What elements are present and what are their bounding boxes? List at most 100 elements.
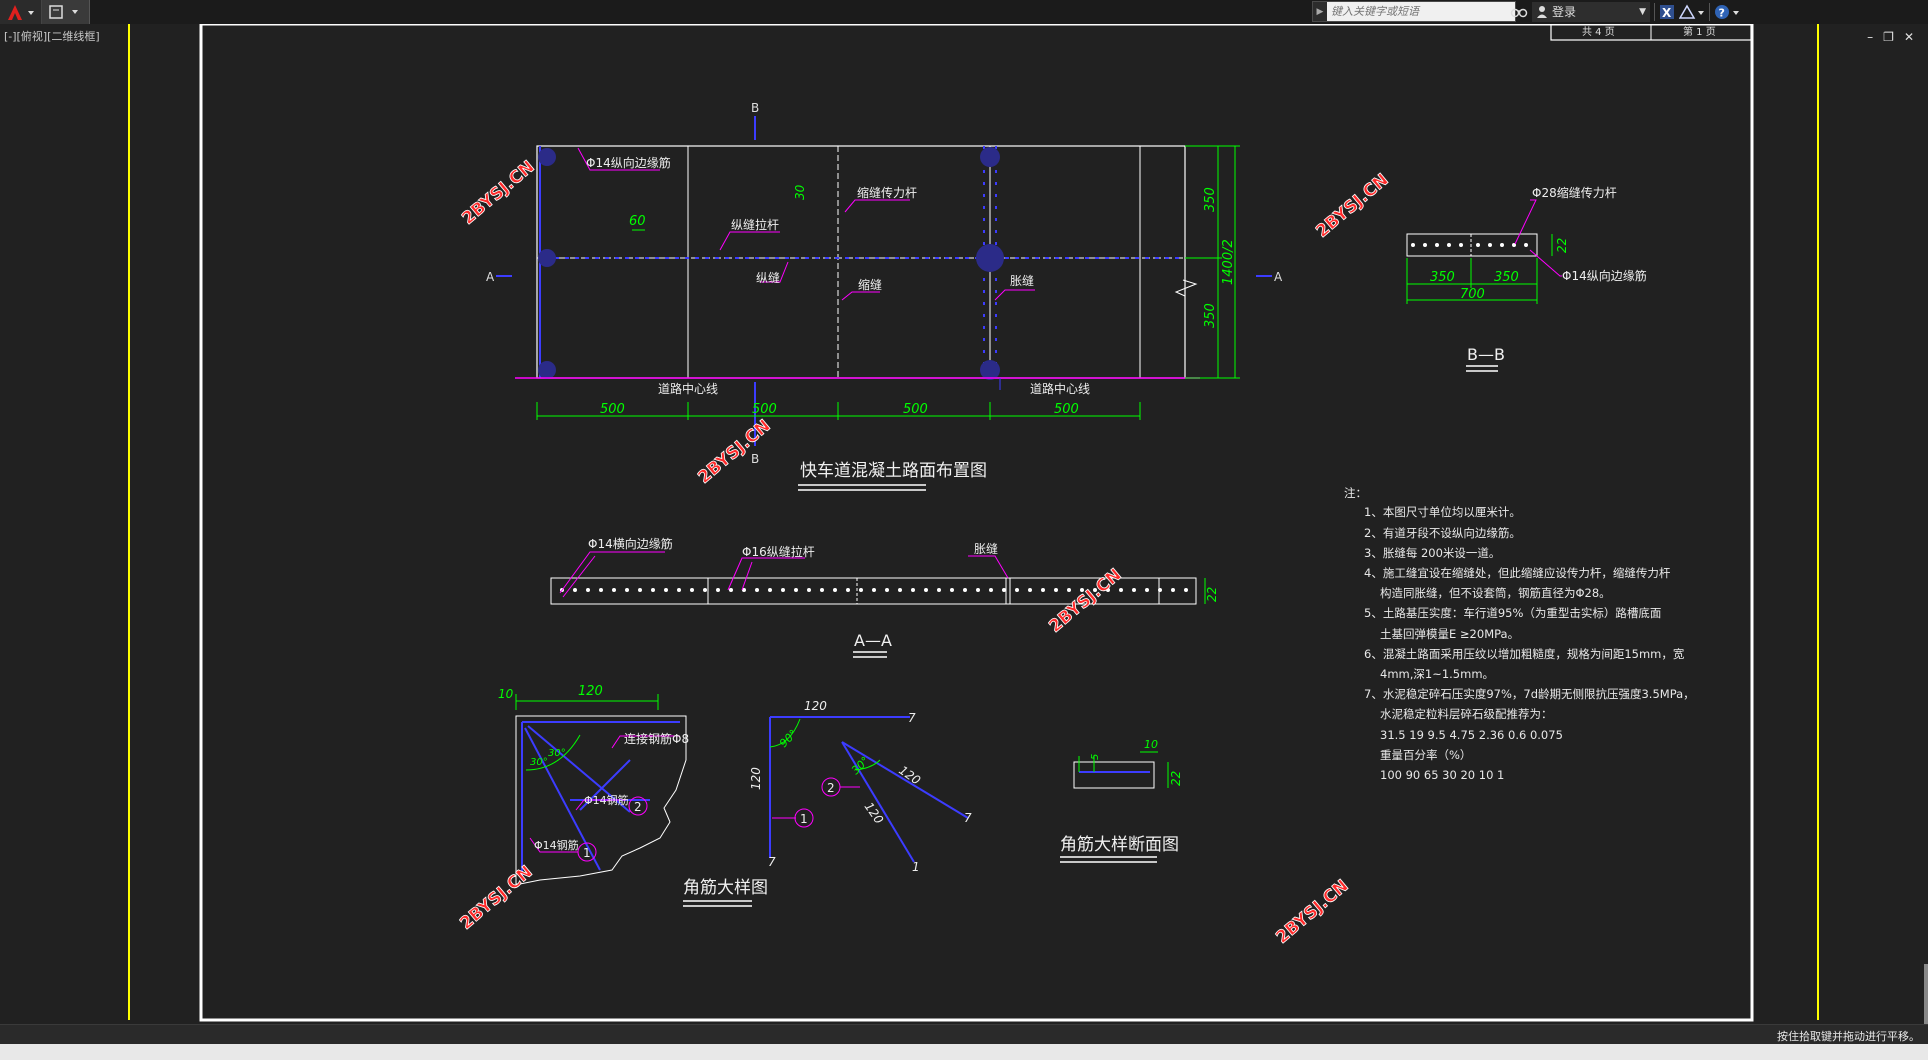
sheet-frame [199,24,1754,1022]
search-input[interactable] [1327,2,1515,21]
drawing-viewport[interactable]: 共 4 页 第 1 页 B B A A Φ14纵向边缘筋 纵缝拉杆 纵缝 缩缝传… [0,24,1928,1024]
note-line: 构造同胀缝，但不设套筒，钢筋直径为Φ28。 [1380,586,1611,600]
autocad-window: ▶ 登录 ▼ X ? [0,0,1928,1060]
note-line: 4mm,深1~1.5mm。 [1380,667,1494,681]
geom-angle-90: 90° [777,727,800,750]
restore-icon[interactable]: ❐ [1883,30,1894,44]
rebar-dot [1067,588,1071,592]
rebar-dot [1158,588,1162,592]
note-line: 土基回弹模量E ≥20MPa。 [1380,627,1519,641]
search-box[interactable]: ▶ [1312,1,1516,22]
search-expand-icon[interactable]: ▶ [1313,7,1327,17]
viewport-controls-label[interactable]: [-][俯视][二维线框] [4,28,100,44]
note-line: 31.5 19 9.5 4.75 2.36 0.6 0.075 [1380,728,1563,742]
note-line: 4、施工缝宜设在缩缝处，但此缩缝应设传力杆，缩缝传力杆 [1364,566,1671,580]
rebar-dot [729,588,733,592]
rebar-dot [573,588,577,592]
rebar-dot [794,588,798,592]
aa-dim-22: 22 [1205,587,1219,602]
rebar-dot [1015,588,1019,592]
stay-connected-icon[interactable] [1679,4,1705,20]
command-line-area[interactable] [0,1044,1928,1060]
sheet-total-text: 共 4 页 [1582,26,1615,38]
rebar-dot [768,588,772,592]
geom-dim-7-left: 7 [768,855,776,869]
drawing-canvas[interactable]: 共 4 页 第 1 页 B B A A Φ14纵向边缘筋 纵缝拉杆 纵缝 缩缝传… [0,24,1928,1024]
corner-label-connect-rebar: 连接钢筋Φ8 [624,731,689,746]
rebar-dot [781,588,785,592]
close-icon[interactable]: ✕ [1904,30,1914,44]
title-bar-tools: 登录 ▼ X ? [1510,1,1740,22]
rebar-dot [755,588,759,592]
watermark-5: 2BYSJ.CN [456,862,536,934]
exchange-apps-icon[interactable]: X [1659,4,1675,20]
separator [1654,2,1655,21]
cs-dim-10: 10 [1144,738,1158,751]
rebar-dot [885,588,889,592]
cut-a-right-label: A [1274,270,1283,284]
corner-angle-1: 30° [530,757,548,768]
vertical-scrollbar[interactable] [1924,964,1928,1024]
plan-dim-30: 30 [793,184,807,200]
aa-label-tie-bar: Φ16纵缝拉杆 [742,544,815,559]
bb-dim-22: 22 [1555,238,1569,253]
plan-label-edge-rebar: Φ14纵向边缘筋 [586,155,671,170]
section-aa: Φ14横向边缘筋 Φ16纵缝拉杆 胀缝 22 A—A [550,536,1219,658]
binoculars-icon[interactable] [1510,5,1528,19]
rebar-dot [950,588,954,592]
rebar-dot [638,588,642,592]
chevron-down-icon: ▼ [1639,6,1646,17]
plan-dim-350-bottom: 350 [1203,303,1218,328]
plan-dim-350-top: 350 [1203,187,1218,212]
minimize-icon[interactable]: – [1867,30,1873,44]
bb-dim-350-right: 350 [1494,270,1519,285]
rebar-dot [1145,588,1149,592]
rebar-dot [898,588,902,592]
rebar-dot [1054,588,1058,592]
geom-dim-120-diag2: 120 [862,800,887,827]
plan-label-centerline-right: 道路中心线 [1030,381,1090,396]
cut-b-bottom-label: B [751,452,759,466]
rebar-dot [989,588,993,592]
plan-dim-500-2: 500 [752,402,777,417]
cs-dim-22: 22 [1169,771,1183,786]
rebar-dot [1028,588,1032,592]
note-line: 6、混凝土路面采用压纹以增加粗糙度，规格为间距15mm，宽 [1364,647,1685,661]
quick-access-toolbar [0,0,90,24]
plan-label-contraction-joint: 缩缝 [858,277,882,292]
help-icon[interactable]: ? [1714,4,1740,20]
plan-dim-500-3: 500 [903,402,928,417]
plan-view: B B A A Φ14纵向边缘筋 纵缝拉杆 纵缝 缩缝传力杆 缩缝 胀缝 道路中… [486,101,1283,491]
rebar-dot [807,588,811,592]
plan-label-expansion-joint: 胀缝 [1010,273,1034,288]
geom-dim-120-diag1: 120 [896,763,923,788]
sheet-index-text: 第 1 页 [1683,25,1716,38]
note-line: 2、有道牙段不设纵向边缘筋。 [1364,526,1521,540]
workspace-button[interactable] [42,0,90,24]
viewport-window-controls: – ❐ ✕ [1867,30,1914,44]
rebar-dot [1002,588,1006,592]
note-line: 7、水泥稳定碎石压实度97%，7d龄期无侧限抗压强度3.5MPa， [1364,687,1695,701]
corner-num-1: 1 [583,846,591,860]
rebar-dot [651,588,655,592]
rebar-dot [1132,588,1136,592]
rebar-dot [1041,588,1045,592]
plan-dim-500-4: 500 [1054,402,1079,417]
plan-label-longitudinal-joint: 纵缝 [756,270,780,285]
aa-label-edge-rebar: Φ14横向边缘筋 [588,536,673,551]
corner-section: 5 10 22 角筋大样断面图 [1060,738,1183,863]
plan-dim-500-1: 500 [600,402,625,417]
application-menu-button[interactable] [0,0,42,24]
rebar-dot [1119,588,1123,592]
title-bar: ▶ 登录 ▼ X ? [0,0,1928,24]
svg-text:?: ? [1719,6,1725,19]
signin-button[interactable]: 登录 ▼ [1532,1,1650,22]
geom-num-2: 2 [827,781,835,795]
corner-geometry: 90° 30° 120 120 120 120 7 7 7 1 1 2 [749,699,972,874]
rebar-dot [924,588,928,592]
note-line: 水泥稳定粒料层碎石级配推荐为： [1380,707,1553,721]
bb-dim-350-left: 350 [1430,270,1455,285]
corner-dim-10: 10 [498,687,514,701]
rebar-dot [1184,588,1188,592]
workspace-icon [48,5,78,19]
